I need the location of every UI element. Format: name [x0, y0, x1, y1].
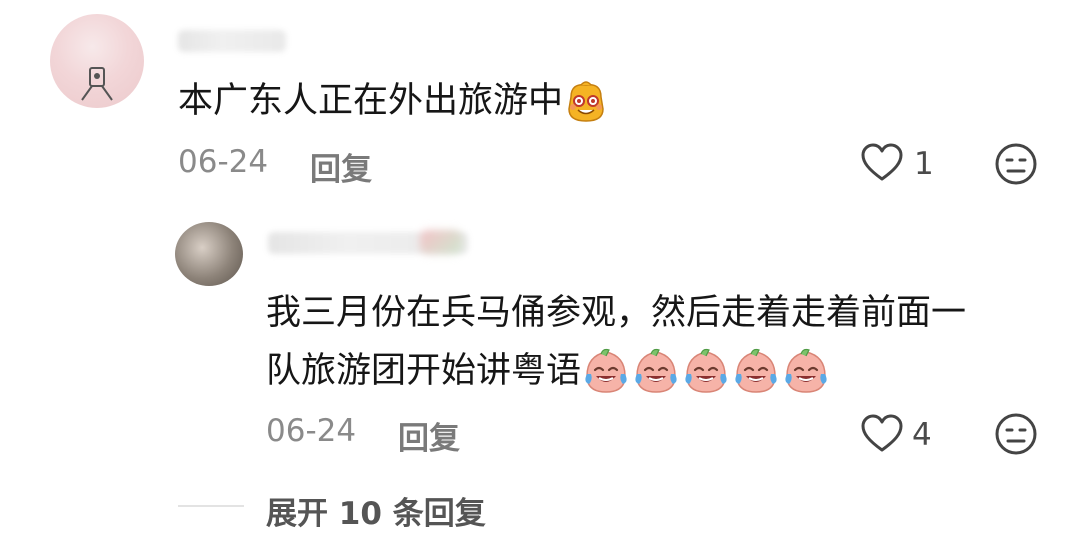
crying-laughing-peach-emoji-icon — [685, 348, 727, 393]
avatar-figure-icon — [81, 67, 113, 101]
crying-laughing-peach-emoji-icon — [635, 348, 677, 393]
reply-reply-button[interactable]: 回复 — [398, 413, 460, 458]
crying-laughing-peach-emoji-icon — [585, 348, 627, 393]
nervous-smile-emoji-icon — [568, 81, 604, 122]
dislike-face-icon[interactable] — [994, 412, 1038, 456]
reply-text-line1: 我三月份在兵马俑参观，然后走着走着前面一 — [266, 293, 967, 333]
dislike-face-icon[interactable] — [994, 142, 1038, 186]
expand-replies-button[interactable]: 展开 10 条回复 — [266, 488, 486, 533]
like-count: 1 — [914, 146, 934, 182]
reply-button[interactable]: 回复 — [310, 144, 372, 189]
comment-text: 本广东人正在外出旅游中 — [178, 81, 564, 121]
emoji-row — [581, 348, 831, 393]
reply-body-line2: 队旅游团开始讲粤语 — [266, 342, 831, 400]
crying-laughing-peach-emoji-icon — [785, 348, 827, 393]
reply-date: 06-24 — [266, 413, 357, 449]
reply-username-blurred[interactable] — [268, 230, 468, 254]
crying-laughing-peach-emoji-icon — [735, 348, 777, 393]
heart-icon[interactable] — [860, 414, 904, 454]
comment-date: 06-24 — [178, 144, 269, 180]
avatar[interactable] — [50, 14, 144, 108]
reply-like-count: 4 — [912, 417, 932, 453]
reply-avatar[interactable] — [175, 222, 243, 286]
reply-text-line2: 队旅游团开始讲粤语 — [266, 351, 582, 391]
expand-divider — [178, 505, 244, 507]
heart-icon[interactable] — [860, 143, 904, 183]
username-blurred[interactable] — [178, 30, 286, 52]
comment-body: 本广东人正在外出旅游中 — [178, 72, 609, 130]
